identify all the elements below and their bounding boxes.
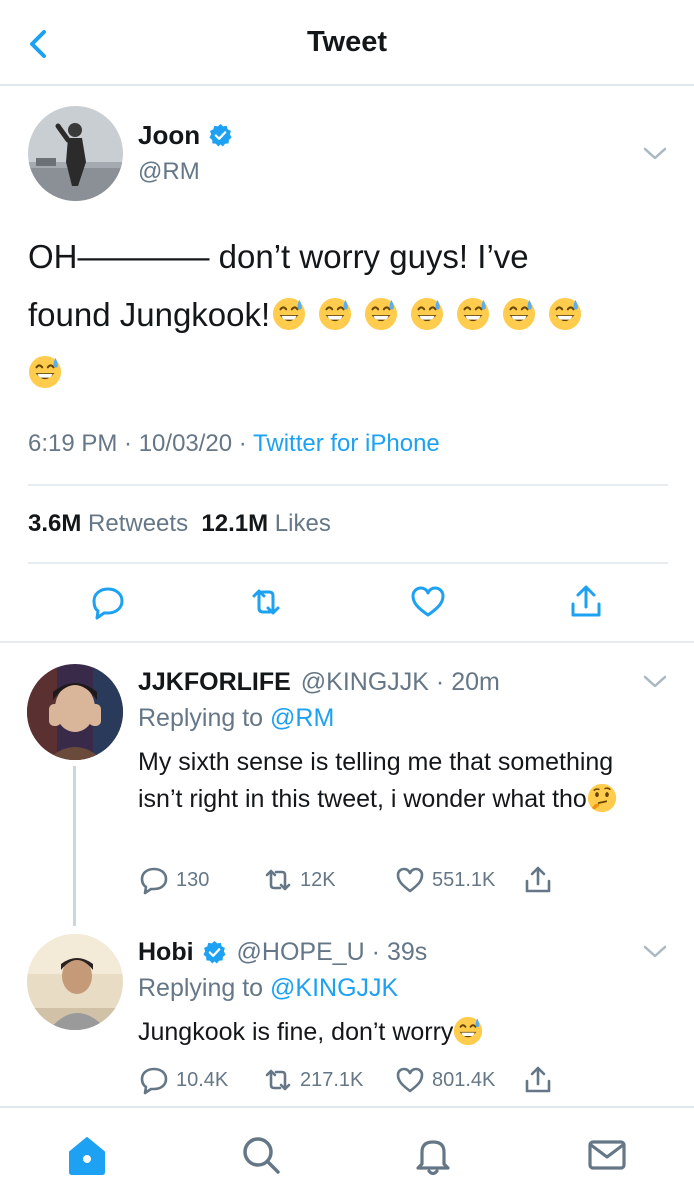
tweet-stats: 3.6M Retweets 12.1M Likes xyxy=(28,510,331,538)
reply-author-row: Hobi @HOPE_U · 39s xyxy=(138,938,427,967)
avatar-image xyxy=(27,664,123,760)
avatar[interactable] xyxy=(28,106,123,201)
sweat-smile-emoji-icon xyxy=(28,355,62,389)
replying-to-prefix: Replying to xyxy=(138,704,271,732)
divider xyxy=(0,641,694,643)
retweets-label[interactable]: Retweets xyxy=(88,510,188,537)
tweet-text-line-2: found Jungkook! xyxy=(28,286,668,344)
sweat-smile-emoji-icon xyxy=(410,297,444,331)
author-name-row: Joon xyxy=(138,120,233,151)
avatar[interactable] xyxy=(27,934,123,1030)
sweat-smile-emoji-icon xyxy=(548,297,582,331)
like-count: 801.4K xyxy=(432,1068,496,1091)
chevron-down-icon[interactable] xyxy=(642,674,668,690)
reply-text: Jungkook is fine, don’t worry xyxy=(138,1014,648,1051)
top-bar: Tweet xyxy=(0,0,694,86)
tweet-meta: 6:19 PM · 10/03/20 · Twitter for iPhone xyxy=(28,430,440,458)
reply-button[interactable]: 10.4K xyxy=(138,1064,228,1096)
like-heart-icon xyxy=(396,867,424,893)
replying-to-mention[interactable]: @KINGJJK xyxy=(270,974,398,1002)
thread-connector-line xyxy=(73,766,76,926)
reply-icon[interactable] xyxy=(88,582,128,622)
home-icon[interactable] xyxy=(64,1132,110,1178)
messages-envelope-icon[interactable] xyxy=(584,1132,630,1178)
avatar-image xyxy=(27,934,123,1030)
reply-author-handle-time[interactable]: @KINGJJK · 20m xyxy=(301,668,500,697)
tweet-text-line-3 xyxy=(28,344,668,402)
avatar[interactable] xyxy=(27,664,123,760)
reply-button[interactable]: 130 xyxy=(138,864,209,896)
like-heart-icon[interactable] xyxy=(408,582,448,622)
retweet-count: 12K xyxy=(300,868,336,891)
reply-author-name[interactable]: JJKFORLIFE xyxy=(138,668,291,697)
tweet-text-line-1: OH———— don’t worry guys! I’ve xyxy=(28,238,529,275)
sweat-smile-emoji-icon xyxy=(453,1016,483,1046)
reply-action-bar: 10.4K 217.1K 801.4K xyxy=(138,1064,638,1100)
retweet-button[interactable]: 217.1K xyxy=(262,1064,363,1096)
author-handle[interactable]: @RM xyxy=(138,158,200,186)
sweat-smile-emoji-icon xyxy=(318,297,352,331)
retweet-icon xyxy=(265,1069,291,1091)
share-icon[interactable] xyxy=(566,582,606,622)
replying-to: Replying to @RM xyxy=(138,704,334,733)
retweet-count: 217.1K xyxy=(300,1068,364,1091)
sweat-smile-emoji-icon xyxy=(456,297,490,331)
page-title: Tweet xyxy=(306,26,388,58)
like-button[interactable]: 551.1K xyxy=(394,864,495,896)
reply-count: 10.4K xyxy=(176,1068,229,1091)
reply-icon xyxy=(140,1067,168,1095)
divider xyxy=(28,562,668,564)
likes-label[interactable]: Likes xyxy=(275,510,331,537)
chevron-down-icon[interactable] xyxy=(642,944,668,960)
chevron-down-icon[interactable] xyxy=(642,146,668,162)
retweets-count[interactable]: 3.6M xyxy=(28,510,81,537)
retweet-icon xyxy=(265,869,291,891)
avatar-image xyxy=(28,106,123,201)
reply-count: 130 xyxy=(176,868,210,891)
like-button[interactable]: 801.4K xyxy=(394,1064,495,1096)
tweet-source-link[interactable]: Twitter for iPhone xyxy=(253,430,440,457)
verified-badge-icon xyxy=(202,940,227,965)
tweet-text-line-2-text: found Jungkook! xyxy=(28,296,271,333)
reply-author-row: JJKFORLIFE @KINGJJK · 20m xyxy=(138,668,500,697)
sweat-smile-emoji-icon xyxy=(502,297,536,331)
notifications-bell-icon[interactable] xyxy=(410,1132,456,1178)
retweet-button[interactable]: 12K xyxy=(262,864,336,896)
reply-text-content: My sixth sense is telling me that someth… xyxy=(138,748,614,813)
sweat-smile-emoji-icon xyxy=(364,297,398,331)
bottom-tab-bar xyxy=(0,1106,694,1200)
author-display-name[interactable]: Joon xyxy=(138,120,200,151)
likes-count[interactable]: 12.1M xyxy=(201,510,268,537)
reply-text-content: Jungkook is fine, don’t worry xyxy=(138,1018,454,1046)
replying-to-prefix: Replying to xyxy=(138,974,271,1002)
search-icon[interactable] xyxy=(238,1132,284,1178)
reply-icon xyxy=(140,867,168,895)
reply-action-bar: 130 12K 551.1K xyxy=(138,864,638,900)
reply-author-name[interactable]: Hobi xyxy=(138,938,194,967)
tweet-timestamp: 6:19 PM · 10/03/20 · xyxy=(28,430,254,457)
divider xyxy=(28,484,668,486)
replying-to: Replying to @KINGJJK xyxy=(138,974,398,1003)
replying-to-mention[interactable]: @RM xyxy=(270,704,334,732)
retweet-icon[interactable] xyxy=(246,582,286,622)
share-icon xyxy=(525,866,551,893)
share-icon xyxy=(525,1066,551,1093)
reply-text: My sixth sense is telling me that someth… xyxy=(138,744,648,818)
thinking-face-emoji-icon xyxy=(587,783,617,813)
share-button[interactable] xyxy=(522,1064,560,1096)
share-button[interactable] xyxy=(522,864,560,896)
tweet-action-bar xyxy=(0,578,694,634)
like-heart-icon xyxy=(396,1067,424,1093)
reply-author-handle-time[interactable]: @HOPE_U · 39s xyxy=(237,938,428,967)
tweet-text: OH———— don’t worry guys! I’ve found Jung… xyxy=(28,228,668,402)
sweat-smile-emoji-icon xyxy=(272,297,306,331)
like-count: 551.1K xyxy=(432,868,496,891)
verified-badge-icon xyxy=(208,123,233,148)
